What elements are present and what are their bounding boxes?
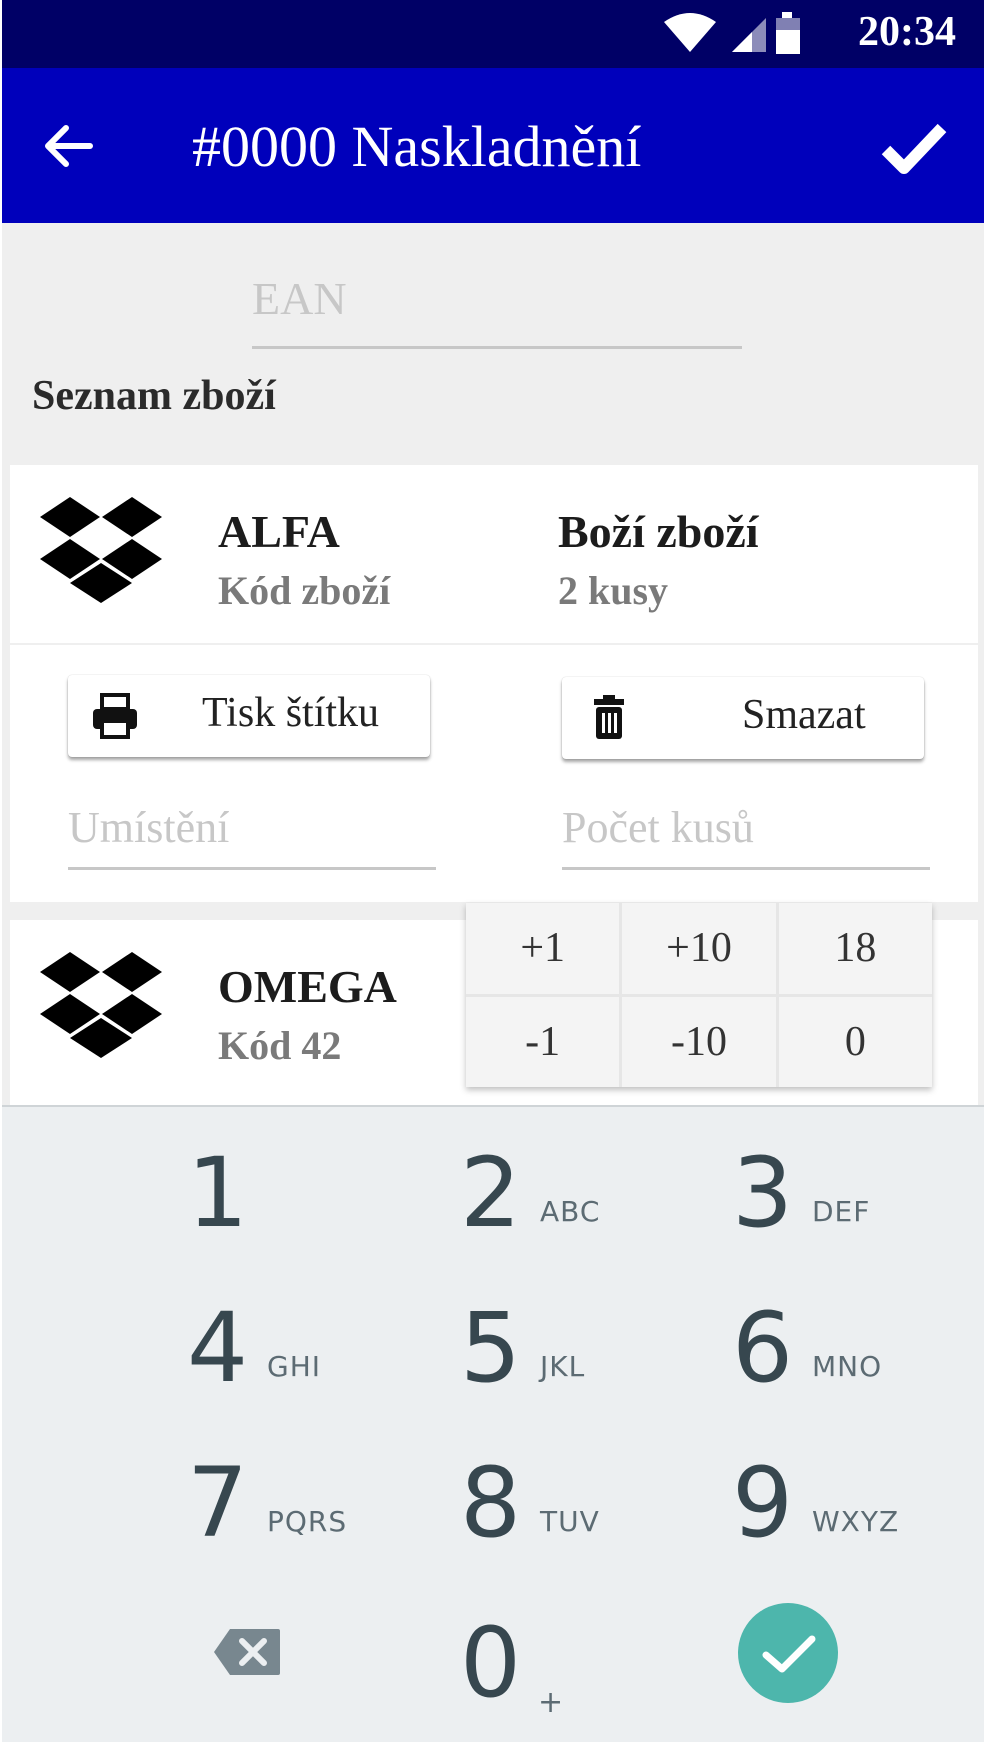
status-bar: 20:34 xyxy=(2,0,984,68)
list-title: Seznam zboží xyxy=(32,373,276,419)
key-digit: 6 xyxy=(732,1292,794,1404)
key-digit: 2 xyxy=(460,1137,522,1249)
key-4[interactable]: 4 GHI xyxy=(187,1292,487,1442)
status-time: 20:34 xyxy=(858,9,956,55)
wifi-icon xyxy=(664,13,716,52)
print-label-text: Tisk štítku xyxy=(202,690,380,736)
numeric-keyboard: 1 2 ABC 3 DEF 4 GHI 5 JKL 6 MNO 7 PQRS 8… xyxy=(2,1105,984,1742)
key-letters: + xyxy=(538,1685,565,1720)
key-letters: MNO xyxy=(812,1350,883,1383)
signal-icon-fill xyxy=(732,32,752,52)
key-digit: 8 xyxy=(460,1447,522,1559)
item-description: Boží zboží xyxy=(558,506,759,557)
adjust-minus-1-button[interactable]: -1 xyxy=(466,996,620,1087)
item-code: Kód 42 xyxy=(218,1023,342,1068)
back-arrow-icon[interactable] xyxy=(38,116,98,176)
key-digit: 3 xyxy=(732,1137,794,1249)
quick-adjust-popup: +1 +10 18 -1 -10 0 xyxy=(466,903,932,1087)
print-label-button[interactable]: Tisk štítku xyxy=(68,675,430,757)
key-digit: 1 xyxy=(187,1137,249,1249)
divider xyxy=(10,643,978,645)
key-digit: 7 xyxy=(187,1447,249,1559)
key-letters: PQRS xyxy=(267,1505,348,1538)
key-1[interactable]: 1 xyxy=(187,1137,487,1287)
backspace-icon[interactable] xyxy=(212,1627,282,1677)
adjust-value-18-button[interactable]: 18 xyxy=(778,903,932,994)
key-digit: 9 xyxy=(732,1447,794,1559)
battery-icon xyxy=(776,12,800,54)
key-letters: ABC xyxy=(540,1195,601,1228)
key-digit: 0 xyxy=(460,1607,522,1719)
key-letters: DEF xyxy=(812,1195,871,1228)
key-7[interactable]: 7 PQRS xyxy=(187,1447,487,1597)
adjust-minus-10-button[interactable]: -10 xyxy=(622,996,776,1087)
key-9[interactable]: 9 WXYZ xyxy=(732,1447,984,1597)
trash-icon xyxy=(594,695,624,739)
enter-check-icon xyxy=(762,1635,816,1673)
item-name: OMEGA xyxy=(218,961,397,1012)
key-0[interactable]: 0 + xyxy=(460,1607,760,1742)
key-8[interactable]: 8 TUV xyxy=(460,1447,760,1597)
location-field[interactable] xyxy=(68,787,436,870)
adjust-plus-1-button[interactable]: +1 xyxy=(466,903,620,994)
key-5[interactable]: 5 JKL xyxy=(460,1292,760,1442)
dropbox-box-icon xyxy=(40,952,162,1058)
count-field[interactable] xyxy=(562,787,930,870)
status-icons xyxy=(664,12,800,54)
app-screen: 20:34 #0000 Naskladnění Seznam zboží ALF… xyxy=(2,0,984,1742)
check-icon[interactable] xyxy=(880,118,948,178)
key-letters: GHI xyxy=(267,1350,322,1383)
adjust-plus-10-button[interactable]: +10 xyxy=(622,903,776,994)
delete-button[interactable]: Smazat xyxy=(562,677,924,759)
app-bar: #0000 Naskladnění xyxy=(2,68,984,223)
key-2[interactable]: 2 ABC xyxy=(460,1137,760,1287)
key-6[interactable]: 6 MNO xyxy=(732,1292,984,1442)
key-digit: 5 xyxy=(460,1292,522,1404)
item-quantity: 2 kusy xyxy=(558,568,669,613)
key-letters: JKL xyxy=(540,1350,586,1383)
key-digit: 4 xyxy=(187,1292,249,1404)
item-code: Kód zboží xyxy=(218,568,391,613)
key-3[interactable]: 3 DEF xyxy=(732,1137,984,1287)
dropbox-box-icon xyxy=(40,497,162,603)
adjust-zero-button[interactable]: 0 xyxy=(778,996,932,1087)
ean-input[interactable] xyxy=(252,250,742,349)
list-item-alfa[interactable]: ALFA Kód zboží Boží zboží 2 kusy Tisk št… xyxy=(10,465,978,902)
enter-button[interactable] xyxy=(738,1603,838,1703)
key-letters: WXYZ xyxy=(812,1505,900,1538)
key-letters: TUV xyxy=(540,1505,600,1538)
page-title: #0000 Naskladnění xyxy=(192,114,642,179)
delete-label-text: Smazat xyxy=(742,692,866,738)
printer-icon xyxy=(93,693,137,739)
item-name: ALFA xyxy=(218,506,340,557)
